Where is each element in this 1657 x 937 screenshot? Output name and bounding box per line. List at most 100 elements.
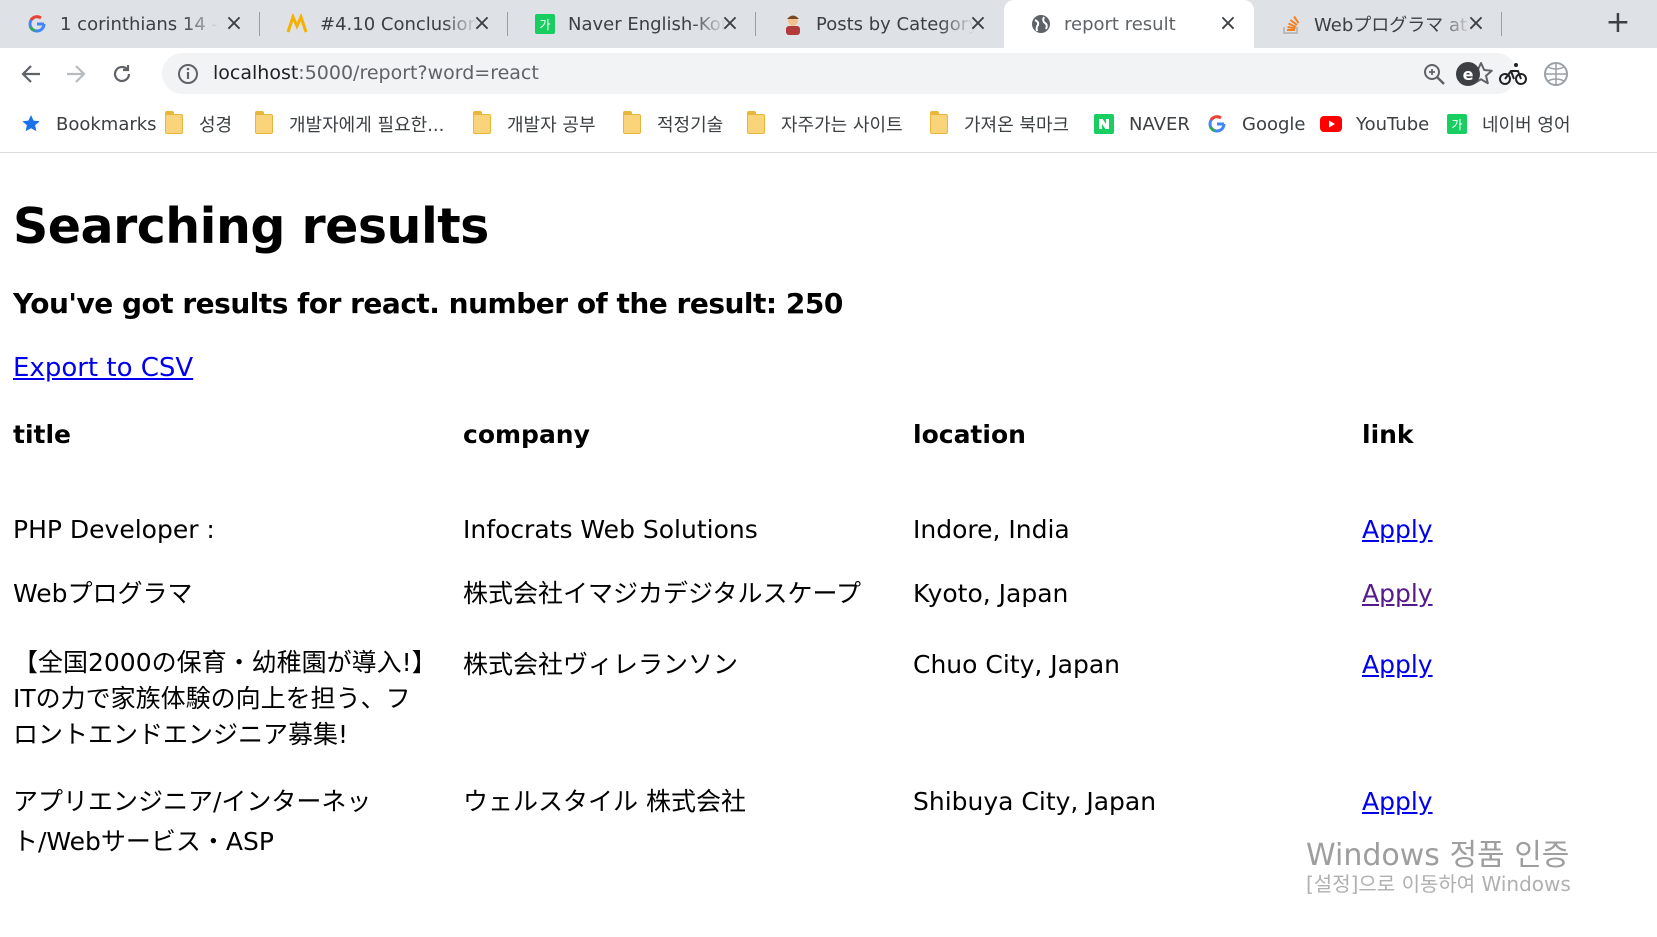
youtube-icon [1320, 113, 1342, 135]
google-icon [26, 13, 48, 35]
tab-title: Naver English-Korea [568, 13, 726, 35]
tab-1[interactable]: 1 corinthians 14 - Go × [0, 0, 260, 48]
svg-text:e: e [1463, 65, 1474, 84]
extension-globe-icon[interactable] [1541, 59, 1571, 89]
close-icon[interactable]: × [1464, 12, 1488, 36]
bookmark-label: 적정기술 [657, 115, 724, 136]
svg-text:가: 가 [1451, 118, 1462, 132]
bookmark-bookmarks[interactable]: Bookmarks [20, 111, 157, 137]
bookmark-folder[interactable]: 가져온 북마크 [928, 111, 1069, 137]
apply-link[interactable]: Apply [1362, 650, 1433, 679]
tab-4[interactable]: Posts by Category - × [756, 0, 1004, 48]
tab-title: report result [1064, 13, 1176, 35]
close-icon[interactable]: × [470, 12, 494, 36]
windows-activation-watermark-subtext: [설정]으로 이동하여 Windows [1306, 872, 1571, 896]
tab-2[interactable]: #4.10 Conclusions (C × [260, 0, 508, 48]
tab-strip: 1 corinthians 14 - Go × #4.10 Conclusion… [0, 0, 1657, 48]
job-title: PHP Developer : [13, 515, 215, 544]
export-csv-link[interactable]: Export to CSV [13, 353, 193, 383]
url-path: :5000/report?word=react [298, 62, 539, 84]
folder-icon [745, 111, 767, 135]
url-host: localhost [213, 62, 299, 84]
extension-bike-icon[interactable] [1498, 59, 1528, 89]
address-bar[interactable]: localhost:5000/report?word=react [162, 53, 1517, 94]
folder-icon [471, 111, 493, 135]
bookmarks-bar: Bookmarks 성경 개발자에게 필요한... 개발자 공부 적정기술 자주… [0, 99, 1657, 153]
reload-button[interactable] [108, 60, 136, 88]
tab-title: Webプログラマ at 株 [1314, 15, 1472, 36]
bookmark-folder[interactable]: 자주가는 사이트 [745, 111, 903, 137]
naver-icon [1093, 113, 1115, 135]
page-title: Searching results [13, 198, 489, 255]
column-header-location: location [913, 420, 1026, 449]
bookmark-label: 개발자 공부 [507, 115, 596, 136]
new-tab-button[interactable]: + [1604, 8, 1632, 38]
forward-arrow-icon [67, 65, 86, 83]
avatar-icon [782, 13, 804, 35]
nomad-logo-icon [286, 13, 308, 35]
tab-separator [1501, 12, 1502, 36]
bookmark-naver[interactable]: NAVER [1093, 111, 1190, 137]
star-icon [20, 113, 42, 135]
bookmark-label: 가져온 북마크 [964, 115, 1070, 136]
results-summary: You've got results for react. number of … [13, 287, 843, 320]
zoom-icon[interactable] [1421, 61, 1447, 87]
tab-title: 1 corinthians 14 - Go [60, 13, 218, 35]
bookmark-youtube[interactable]: YouTube [1320, 111, 1429, 137]
apply-link[interactable]: Apply [1362, 787, 1433, 816]
bookmark-naver-english[interactable]: 가 네이버 영어 [1446, 111, 1571, 137]
column-header-link: link [1362, 420, 1414, 449]
company-name: 株式会社ヴィレランソン [463, 650, 739, 679]
bookmark-label: Bookmarks [56, 113, 157, 135]
bookmark-label: YouTube [1356, 113, 1430, 135]
reload-icon [113, 65, 131, 83]
google-icon [1206, 113, 1228, 135]
stackoverflow-icon [1280, 13, 1302, 35]
apply-link[interactable]: Apply [1362, 579, 1433, 608]
company-name: ウェルスタイル 株式会社 [463, 787, 746, 816]
tab-title: Posts by Category - [816, 13, 974, 35]
bookmark-label: Google [1242, 113, 1306, 135]
extension-e-icon[interactable]: e [1453, 59, 1483, 89]
folder-icon [928, 111, 950, 135]
naver-dict-icon: 가 [1446, 113, 1468, 135]
bookmark-google[interactable]: Google [1206, 111, 1305, 137]
close-icon[interactable]: × [718, 12, 742, 36]
column-header-company: company [463, 420, 590, 449]
bookmark-folder[interactable]: 성경 [163, 111, 232, 137]
job-location: Shibuya City, Japan [913, 787, 1157, 816]
close-icon[interactable]: × [222, 12, 246, 36]
company-name: 株式会社イマジカデジタルスケープ [463, 579, 862, 608]
naver-dict-icon: 가 [534, 13, 556, 35]
tab-6[interactable]: Webプログラマ at 株 × [1254, 0, 1502, 48]
bookmark-folder[interactable]: 개발자에게 필요한... [253, 111, 444, 137]
bookmark-label: 자주가는 사이트 [781, 115, 903, 136]
job-title: アプリエンジニア/インターネット/Webサービス・ASP [13, 787, 372, 856]
folder-icon [621, 111, 643, 135]
bookmark-folder[interactable]: 개발자 공부 [471, 111, 596, 137]
job-title: 【全国2000の保育・幼稚園が導入!】ITの力で家族体験の向上を担う、フロントエ… [13, 648, 425, 749]
apply-link[interactable]: Apply [1362, 515, 1433, 544]
forward-button[interactable] [62, 60, 90, 88]
tab-5[interactable]: report result × [1004, 0, 1254, 48]
bookmark-label: 개발자에게 필요한... [289, 115, 445, 136]
job-location: Chuo City, Japan [913, 650, 1121, 679]
column-header-title: title [13, 420, 71, 449]
close-icon[interactable]: × [966, 12, 990, 36]
url-text[interactable]: localhost:5000/report?word=react [213, 62, 539, 84]
bookmark-label: 성경 [199, 115, 233, 136]
tab-3[interactable]: 가 Naver English-Korea × [508, 0, 756, 48]
bookmark-label: NAVER [1129, 113, 1190, 135]
tab-title: #4.10 Conclusions (C [320, 13, 478, 35]
svg-text:가: 가 [539, 18, 550, 32]
info-icon[interactable] [176, 62, 200, 86]
job-location: Kyoto, Japan [913, 579, 1069, 608]
close-icon[interactable]: × [1216, 12, 1240, 36]
bookmark-folder[interactable]: 적정기술 [621, 111, 723, 137]
company-name: Infocrats Web Solutions [463, 515, 758, 544]
page-content: Searching results You've got results for… [0, 154, 1657, 937]
back-button[interactable] [17, 60, 45, 88]
bookmark-label: 네이버 영어 [1482, 115, 1571, 136]
job-location: Indore, India [913, 515, 1070, 544]
back-arrow-icon [21, 65, 40, 83]
